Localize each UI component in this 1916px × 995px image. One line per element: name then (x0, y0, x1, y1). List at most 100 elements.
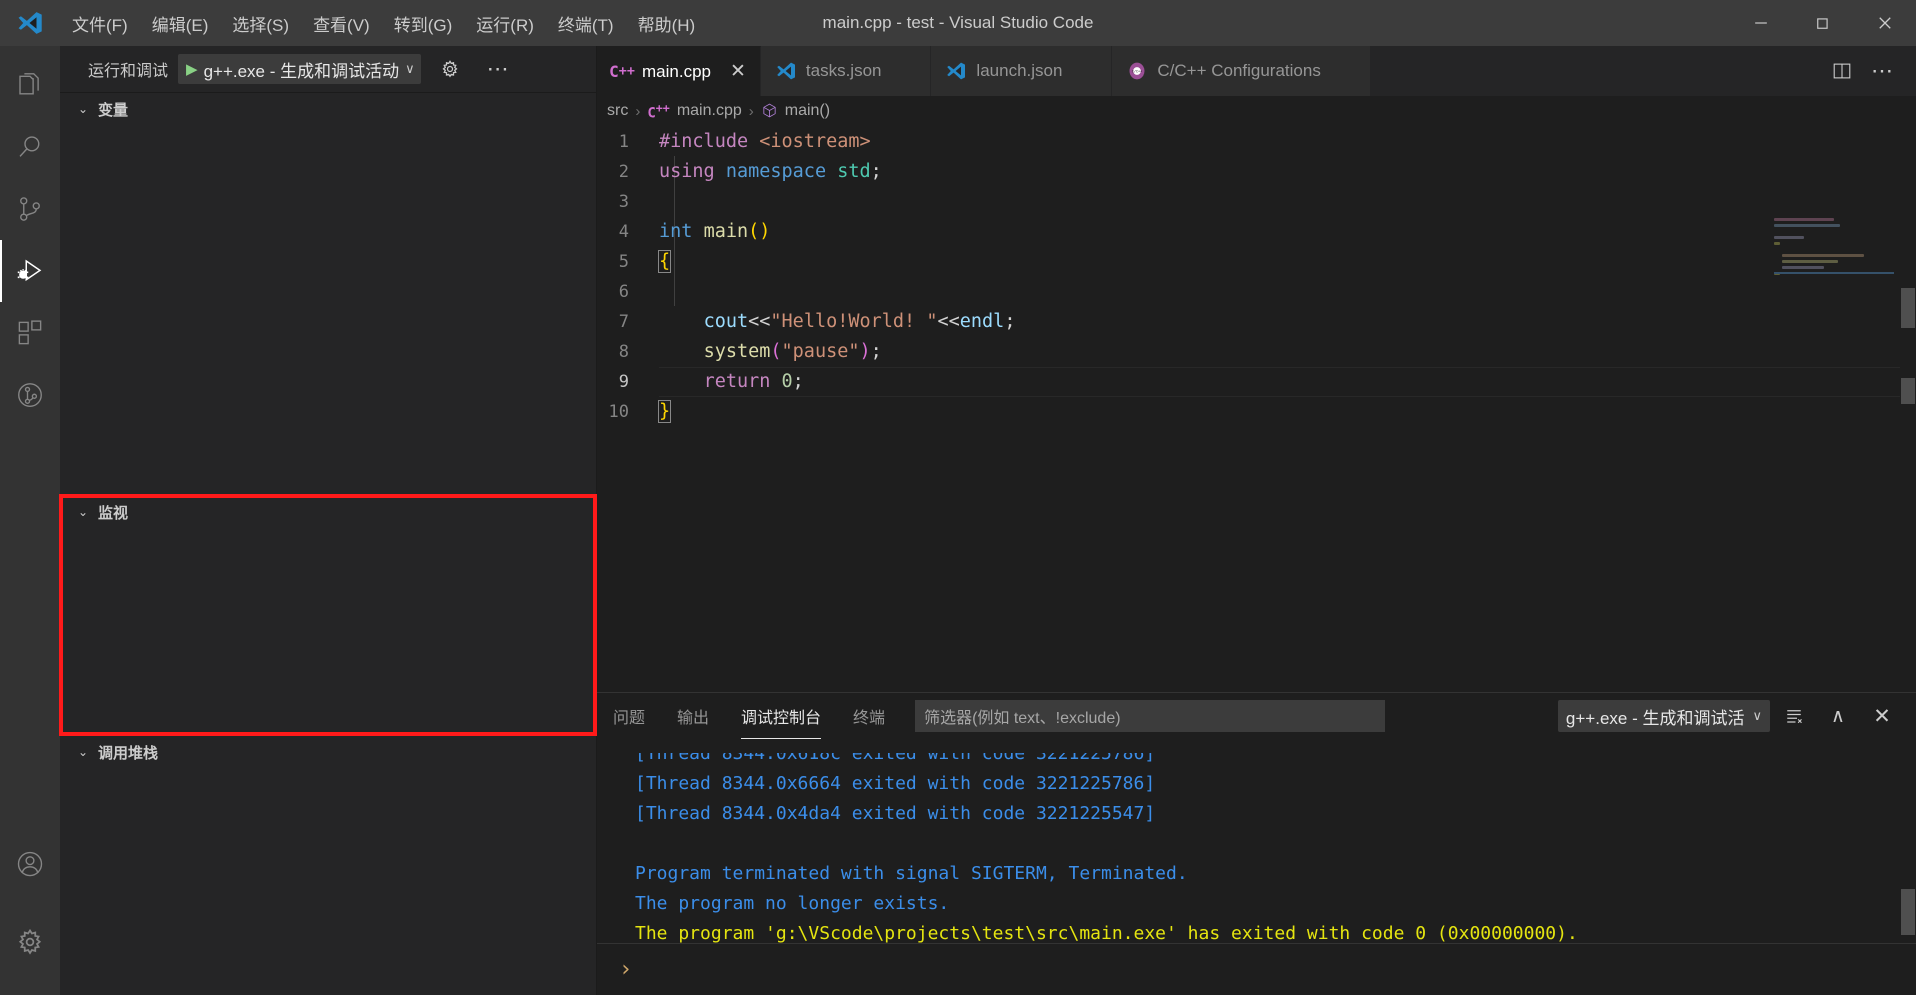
tab-label: tasks.json (805, 61, 882, 80)
menu-goto[interactable]: 转到(G) (382, 0, 465, 46)
breadcrumb-separator: › (748, 102, 754, 120)
code-line: 2 using namespace std; (597, 157, 1916, 187)
code-line: 3 (597, 187, 1916, 217)
menu-selection[interactable]: 选择(S) (220, 0, 301, 46)
panel-tab-bar: 问题 输出 调试控制台 终端 筛选器(例如 text、!exclude) g++… (597, 693, 1916, 739)
section-variables: ⌄ 变量 (60, 92, 596, 495)
menu-file[interactable]: 文件(F) (60, 0, 140, 46)
tab-output[interactable]: 输出 (661, 693, 725, 739)
launch-configuration-dropdown[interactable]: ▶ g++.exe - 生成和调试活动 ∨ (178, 54, 421, 84)
vscode-json-icon (775, 60, 797, 82)
tab-label: C/C++ Configurations (1157, 61, 1321, 80)
editor-vertical-scrollbar[interactable] (1900, 218, 1916, 626)
menu-help[interactable]: 帮助(H) (626, 0, 708, 46)
vscode-window: 文件(F) 编辑(E) 选择(S) 查看(V) 转到(G) 运行(R) 终端(T… (0, 0, 1916, 995)
tab-close-icon[interactable]: ✕ (730, 62, 746, 81)
watch-section-title: 监视 (98, 504, 129, 522)
minimap-current-line (1774, 272, 1894, 274)
menu-edit[interactable]: 编辑(E) (140, 0, 221, 46)
prompt-chevron-icon: › (619, 957, 633, 982)
vscode-logo-icon (0, 0, 60, 46)
cpp-file-icon: C++ (609, 62, 635, 81)
breadcrumb: src › C++ main.cpp › main() (597, 96, 1916, 126)
console-line: [Thread 8344.0x618c exited with code 322… (635, 743, 1156, 764)
debug-session-dropdown[interactable]: g++.exe - 生成和调试活 ∨ (1557, 700, 1770, 732)
chevron-up-icon[interactable]: ∧ (1818, 696, 1858, 736)
chevron-down-icon[interactable]: ⌄ (76, 505, 90, 519)
console-scrollbar-thumb[interactable] (1901, 889, 1915, 935)
close-button[interactable] (1854, 0, 1916, 46)
start-debug-play-icon[interactable]: ▶ (186, 62, 198, 77)
chevron-down-icon[interactable]: ⌄ (76, 745, 90, 759)
source-control-icon[interactable] (0, 178, 60, 240)
line-text: return 0; (703, 371, 804, 392)
line-text: #include <iostream> (659, 131, 871, 152)
scrollbar-thumb[interactable] (1901, 288, 1915, 328)
line-text: cout<<"Hello!World! "<<endl; (703, 311, 1016, 332)
tab-debug-console[interactable]: 调试控制台 (725, 693, 837, 739)
chevron-down-icon[interactable]: ∨ (1752, 708, 1762, 724)
settings-gear-icon[interactable] (0, 911, 60, 973)
code-editor[interactable]: 1 #include <iostream> 2 using namespace … (597, 126, 1916, 626)
menu-terminal[interactable]: 终端(T) (546, 0, 626, 46)
console-line: The program no longer exists. (635, 893, 950, 914)
tab-problems[interactable]: 问题 (597, 693, 661, 739)
close-panel-icon[interactable]: ✕ (1862, 696, 1902, 736)
debug-panel-title: 运行和调试 (88, 63, 169, 80)
tab-main-cpp[interactable]: C ++ main.cpp ✕ (597, 46, 761, 96)
line-text: { (657, 250, 672, 273)
split-editor-icon[interactable] (1824, 53, 1860, 89)
code-content[interactable]: 1 #include <iostream> 2 using namespace … (597, 126, 1916, 427)
console-line: [Thread 8344.0x4da4 exited with code 322… (635, 803, 1156, 824)
code-line: 1 #include <iostream> (597, 127, 1916, 157)
watch-section-header[interactable]: ⌄ 监视 (60, 496, 596, 528)
editor-tab-actions: ⋯ (1824, 46, 1916, 96)
variables-section-header[interactable]: ⌄ 变量 (60, 93, 596, 125)
tab-launch-json[interactable]: launch.json ✕ (931, 46, 1113, 96)
breadcrumb-item-symbol[interactable]: main() (785, 102, 830, 120)
filter-input[interactable]: 筛选器(例如 text、!exclude) (915, 700, 1386, 732)
line-number: 2 (618, 162, 629, 182)
debug-settings-gear-icon[interactable] (431, 50, 469, 88)
tab-label: main.cpp (642, 61, 711, 81)
editor-tab-bar: C++ main.cpp ✕ tasks.json ✕ launch.json … (597, 46, 1916, 96)
panel-actions: g++.exe - 生成和调试活 ∨ ∧ ✕ (1557, 696, 1916, 736)
maximize-button[interactable] (1792, 0, 1854, 46)
debug-console-input[interactable]: › (597, 943, 1916, 995)
minimize-button[interactable] (1730, 0, 1792, 46)
vscode-json-icon (945, 60, 967, 82)
tab-terminal[interactable]: 终端 (837, 693, 901, 739)
svg-text:C/C++: C/C++ (1132, 69, 1142, 74)
breadcrumb-item-file[interactable]: main.cpp (677, 102, 742, 120)
testing-icon[interactable] (0, 364, 60, 426)
section-watch: ⌄ 监视 (59, 494, 597, 736)
launch-configuration-label: g++.exe - 生成和调试活动 (203, 61, 400, 81)
minimap[interactable] (1774, 218, 1894, 626)
extensions-icon[interactable] (0, 302, 60, 364)
cpp-file-icon: C++ (647, 100, 670, 122)
tab-tasks-json[interactable]: tasks.json ✕ (760, 46, 932, 96)
debug-console-output[interactable]: [Thread 8344.0x618c exited with code 322… (597, 739, 1916, 943)
clear-console-icon[interactable] (1774, 696, 1814, 736)
breadcrumb-item-src[interactable]: src (607, 102, 628, 120)
minimap-line (1774, 236, 1804, 239)
more-actions-icon[interactable]: ⋯ (1864, 53, 1900, 89)
menu-view[interactable]: 查看(V) (301, 0, 382, 46)
debug-more-actions-icon[interactable]: ⋯ (479, 50, 517, 88)
minimap-line (1782, 254, 1864, 257)
chevron-down-icon[interactable]: ∨ (405, 61, 415, 77)
line-number: 10 (608, 402, 629, 422)
menu-run[interactable]: 运行(R) (464, 0, 546, 46)
search-icon[interactable] (0, 116, 60, 178)
window-controls (1730, 0, 1916, 46)
minimap-line (1774, 242, 1780, 245)
explorer-icon[interactable] (0, 54, 60, 116)
chevron-down-icon[interactable]: ⌄ (76, 102, 90, 116)
scrollbar-thumb[interactable] (1901, 378, 1915, 404)
bottom-panel: 问题 输出 调试控制台 终端 筛选器(例如 text、!exclude) g++… (597, 692, 1916, 995)
accounts-icon[interactable] (0, 833, 60, 895)
symbol-method-icon (761, 102, 778, 121)
callstack-section-header[interactable]: ⌄ 调用堆栈 (60, 736, 596, 768)
run-and-debug-icon[interactable] (0, 240, 60, 302)
tab-cpp-configurations[interactable]: C/C++ C/C++ Configurations ✕ (1112, 46, 1371, 96)
